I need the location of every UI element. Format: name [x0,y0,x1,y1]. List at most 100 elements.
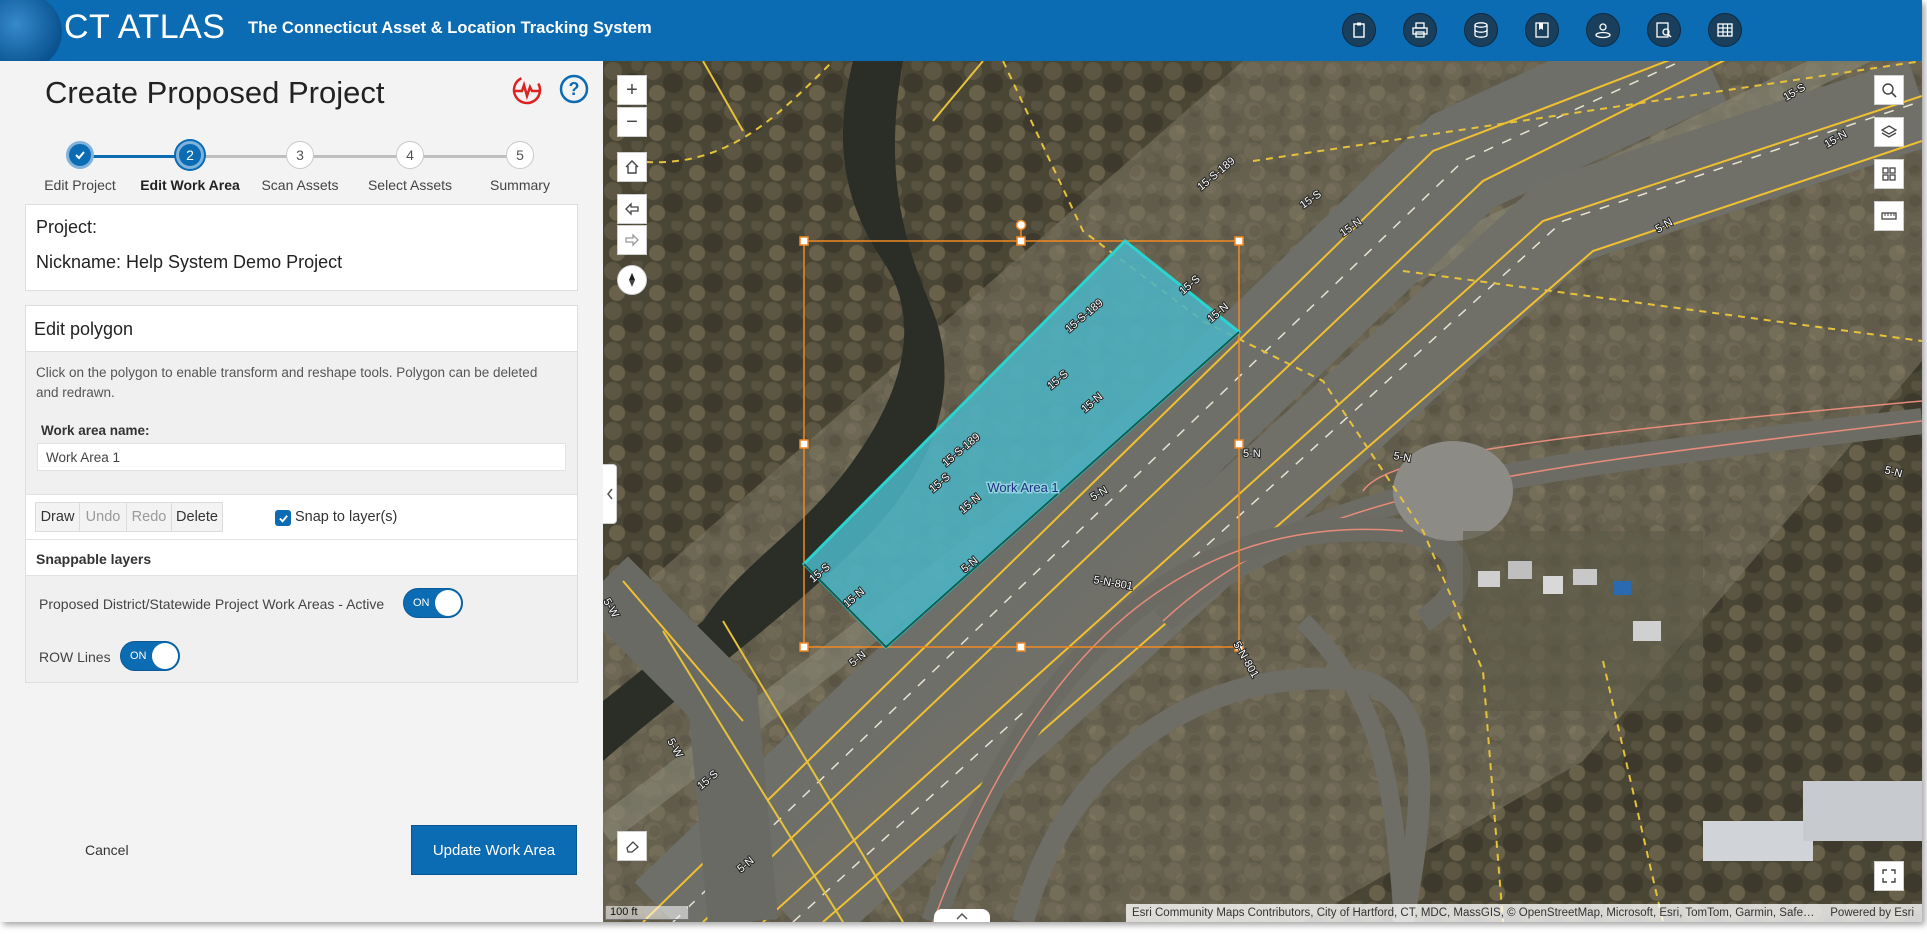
database-button[interactable] [1464,13,1498,47]
previous-extent-button[interactable] [617,194,647,224]
svg-text:?: ? [569,79,580,99]
map-view[interactable]: 15-S 15-N 15-S-189 15-S 15-N 15-S-189 15… [603,61,1922,922]
clipboard-button[interactable] [1342,13,1376,47]
arrow-right-icon [625,233,639,247]
table-icon [1717,23,1733,37]
toggle-knob [435,590,461,616]
resize-handle[interactable] [799,236,809,246]
chevron-up-icon [956,912,968,920]
edit-polygon-description: Click on the polygon to enable transform… [36,365,538,400]
powered-by-esri[interactable]: Powered by Esri [1830,904,1914,922]
wizard-stepper: Edit Project 2 Edit Work Area 3 Scan Ass… [0,131,603,201]
home-icon [625,160,639,174]
resize-handle[interactable] [799,642,809,652]
undo-button[interactable]: Undo [79,502,127,532]
user-location-button[interactable] [1586,13,1620,47]
resize-handle[interactable] [799,439,809,449]
map-attribution: Esri Community Maps Contributors, City o… [1126,904,1922,922]
basemap-gallery-button[interactable] [1874,159,1904,189]
row-lines-layer-toggle[interactable]: ON [120,641,180,671]
work-area-label: Work Area 1 [987,480,1058,495]
ruler-icon [1881,212,1897,220]
help-icon[interactable]: ? [559,74,589,104]
redo-button[interactable]: Redo [126,502,172,532]
arrow-left-icon [625,202,639,216]
toggle-knob [152,643,178,669]
edit-polygon-header: Edit polygon [26,306,577,352]
basemap-toggle-button[interactable] [617,831,647,861]
fullscreen-button[interactable] [1874,861,1904,891]
house [1573,569,1597,585]
project-label: Project: [36,217,98,237]
resize-handle[interactable] [1234,439,1244,449]
app-window: CT ATLAS The Connecticut Asset & Locatio… [0,0,1922,922]
snap-label[interactable]: Snap to layer(s) [295,509,397,525]
layers-button[interactable] [1874,117,1904,147]
house [1508,561,1532,579]
user-location-icon [1595,23,1611,39]
snappable-layers-header: Snappable layers [26,540,577,576]
house [1613,581,1631,595]
resize-handle[interactable] [1234,236,1244,246]
step-number: 5 [506,141,534,169]
activity-icon[interactable] [511,74,543,106]
update-work-area-button[interactable]: Update Work Area [411,825,577,875]
house [1478,571,1500,587]
rotate-handle[interactable] [1015,219,1027,231]
work-area-name-input[interactable] [37,443,566,471]
app-subtitle: The Connecticut Asset & Location Trackin… [248,19,652,37]
search-icon [1882,83,1897,98]
resize-handle[interactable] [1016,236,1026,246]
database-icon [1474,22,1488,38]
check-icon [66,141,94,169]
fullscreen-icon [1882,869,1896,883]
step-label: Summary [490,177,550,193]
layer-label: Proposed District/Statewide Project Work… [39,596,385,612]
panel-title: Create Proposed Project [45,75,385,110]
table-button[interactable] [1708,13,1742,47]
next-extent-button[interactable] [617,225,647,255]
draw-button[interactable]: Draw [35,502,80,532]
bookmark-button[interactable] [1525,13,1559,47]
grid-icon [1882,167,1896,181]
eraser-icon [626,841,639,853]
cancel-button[interactable]: Cancel [85,842,129,858]
step-number: 2 [176,141,204,169]
print-button[interactable] [1403,13,1437,47]
layers-icon [1881,125,1897,138]
edit-polygon-card: Edit polygon Click on the polygon to ena… [25,305,578,683]
home-button[interactable] [617,152,647,182]
print-icon [1412,22,1428,38]
house [1633,621,1661,641]
resize-handle[interactable] [1016,642,1026,652]
toggle-state: ON [130,650,147,662]
project-nickname: Nickname: Help System Demo Project [36,252,343,272]
snap-checkbox[interactable] [275,510,291,526]
map-search-button[interactable] [1874,75,1904,105]
work-area-name-label: Work area name: [41,423,150,438]
polygon-tools: Draw Undo Redo Delete Snap to layer(s) [26,494,577,540]
neighborhood [1463,531,1703,711]
project-card: Project: Nickname: Help System Demo Proj… [25,204,578,291]
house [1543,576,1563,594]
step-number: 3 [286,141,314,169]
bookmark-icon [1535,22,1549,38]
measure-button[interactable] [1874,201,1904,231]
step-number: 4 [396,141,424,169]
collapse-panel-button[interactable] [603,464,617,524]
edit-polygon-title: Edit polygon [34,319,134,339]
delete-button[interactable]: Delete [171,502,223,532]
layer-label: ROW Lines [39,649,111,665]
work-areas-layer-toggle[interactable]: ON [403,588,463,618]
warehouse [1703,821,1813,861]
create-project-panel: Create Proposed Project ? Edit Project 2… [0,61,603,922]
zoom-out-button[interactable]: − [617,107,647,137]
compass-button[interactable] [617,265,647,295]
clipboard-icon [1353,22,1365,38]
expand-bottom-button[interactable] [934,909,990,922]
search-document-button[interactable] [1647,13,1681,47]
road-label: 5-N [1243,448,1261,460]
zoom-in-button[interactable]: + [617,75,647,105]
aerial-map[interactable]: 15-S 15-N 15-S-189 15-S 15-N 15-S-189 15… [603,61,1922,922]
step-summary[interactable]: 5 Summary [450,141,590,193]
